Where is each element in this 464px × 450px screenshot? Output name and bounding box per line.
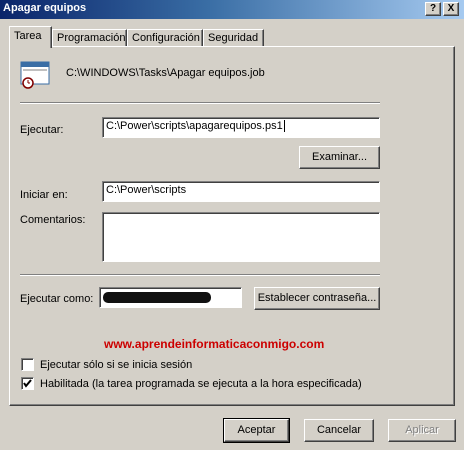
tab-configuracion[interactable]: Configuración bbox=[127, 29, 203, 47]
enabled-checkbox[interactable] bbox=[21, 377, 34, 390]
watermark-text: www.aprendeinformaticaconmigo.com bbox=[104, 337, 325, 351]
checkmark-icon bbox=[23, 379, 32, 388]
ejecutar-input[interactable]: C:\Power\scripts\apagarequipos.ps1 bbox=[102, 117, 380, 138]
window-title: Apagar equipos bbox=[3, 2, 87, 14]
only-logged-on-label: Ejecutar sólo si se inicia sesión bbox=[40, 359, 193, 371]
run-as-label: Ejecutar como: bbox=[20, 293, 94, 305]
separator bbox=[20, 274, 380, 276]
tab-seguridad[interactable]: Seguridad bbox=[203, 29, 264, 47]
set-password-button[interactable]: Establecer contraseña... bbox=[254, 287, 380, 310]
iniciar-input[interactable]: C:\Power\scripts bbox=[102, 181, 380, 202]
browse-button[interactable]: Examinar... bbox=[299, 146, 380, 169]
only-logged-on-checkbox[interactable] bbox=[21, 358, 34, 371]
enabled-label: Habilitada (la tarea programada se ejecu… bbox=[40, 378, 362, 390]
title-bar: Apagar equipos ? X bbox=[0, 0, 464, 19]
help-button[interactable]: ? bbox=[425, 2, 441, 16]
scheduled-task-icon bbox=[20, 61, 52, 89]
iniciar-label: Iniciar en: bbox=[20, 189, 68, 201]
comentarios-label: Comentarios: bbox=[20, 214, 86, 226]
ok-button[interactable]: Aceptar bbox=[223, 418, 290, 443]
apply-button[interactable]: Aplicar bbox=[388, 419, 456, 442]
tab-programacion[interactable]: Programación bbox=[52, 29, 127, 47]
separator bbox=[20, 102, 380, 104]
task-path: C:\WINDOWS\Tasks\Apagar equipos.job bbox=[66, 67, 265, 79]
close-button[interactable]: X bbox=[443, 2, 459, 16]
cancel-button[interactable]: Cancelar bbox=[304, 419, 374, 442]
redacted-username bbox=[103, 292, 211, 303]
ejecutar-label: Ejecutar: bbox=[20, 124, 64, 136]
comentarios-textarea[interactable] bbox=[102, 212, 380, 262]
tab-tarea[interactable]: Tarea bbox=[9, 26, 52, 48]
